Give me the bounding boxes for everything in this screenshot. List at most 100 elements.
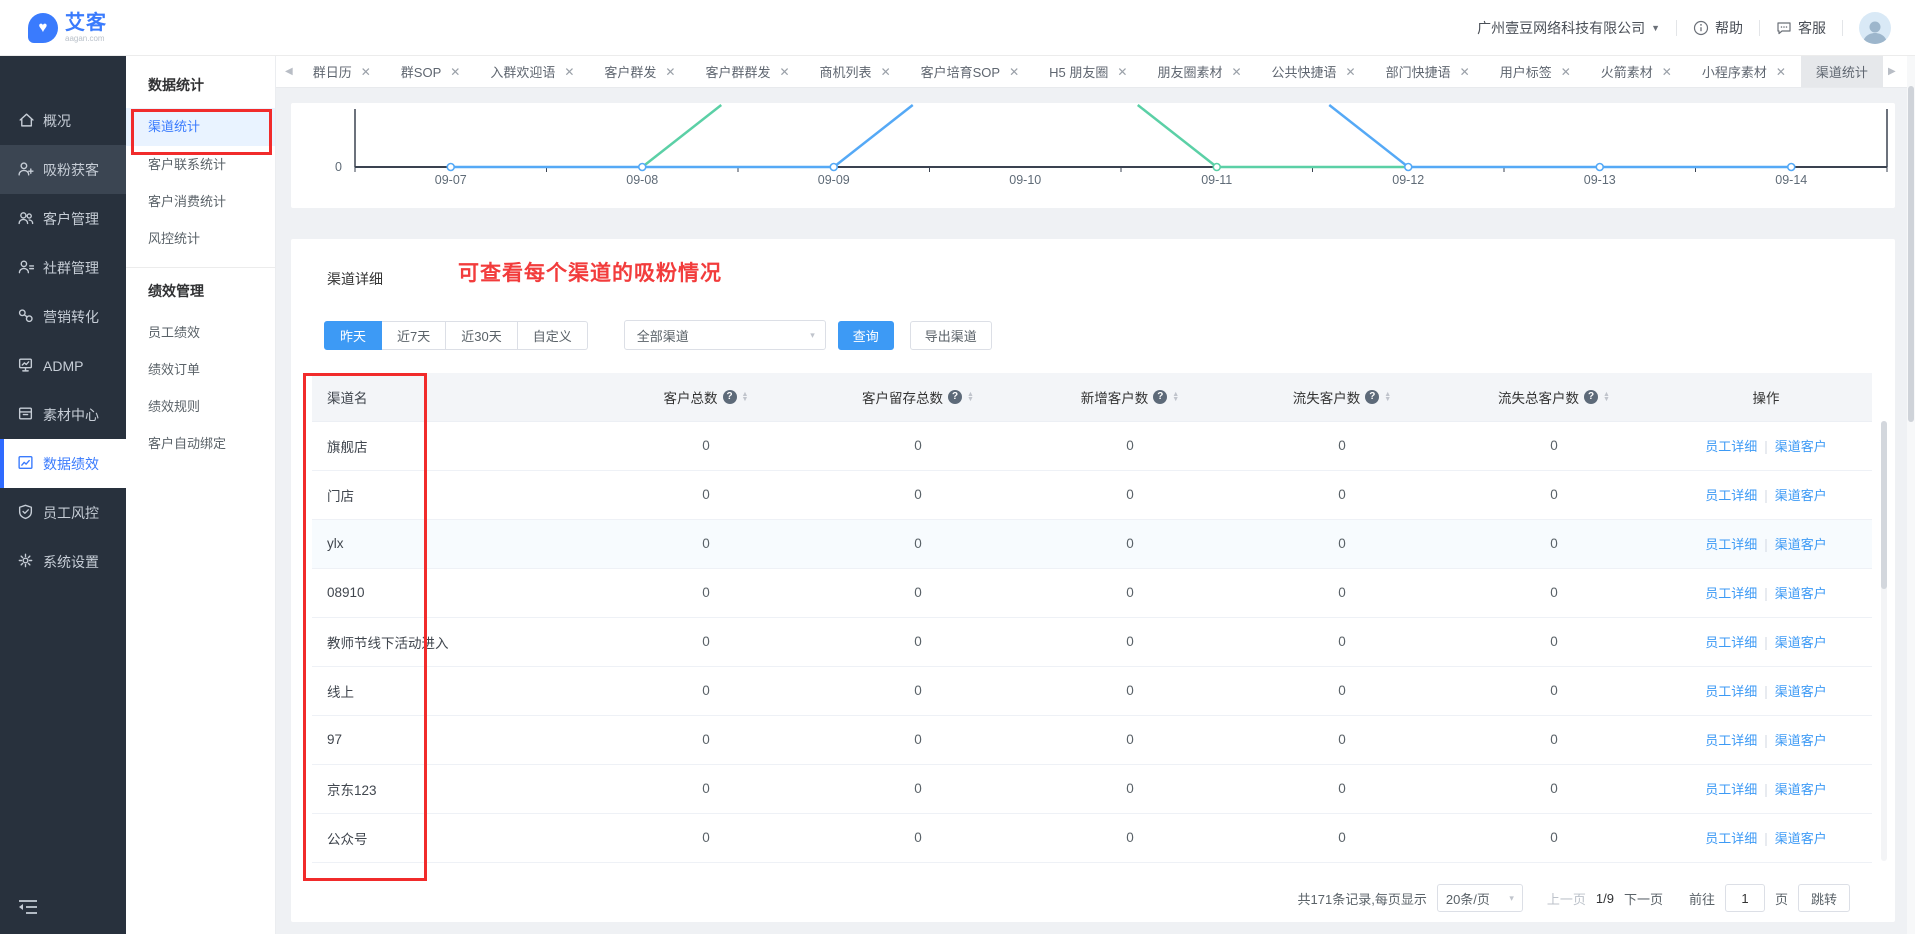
range-button-近7天[interactable]: 近7天 xyxy=(382,321,446,350)
help-icon[interactable]: ? xyxy=(1584,390,1598,404)
action-link-员工详细[interactable]: 员工详细 xyxy=(1705,733,1757,748)
tab-商机列表[interactable]: 商机列表✕ xyxy=(805,56,906,88)
range-button-昨天[interactable]: 昨天 xyxy=(324,321,382,350)
sidebar-item-ADMP[interactable]: ADMP xyxy=(0,341,126,390)
app-logo[interactable]: ♥ 艾客 aagan.com xyxy=(28,13,107,43)
action-link-渠道客户[interactable]: 渠道客户 xyxy=(1775,831,1827,846)
window-scrollbar-thumb[interactable] xyxy=(1908,86,1914,422)
tab-入群欢迎语[interactable]: 入群欢迎语✕ xyxy=(475,56,589,88)
help-icon[interactable]: ? xyxy=(1153,390,1167,404)
sidebar-item-素材中心[interactable]: 素材中心 xyxy=(0,390,126,439)
action-link-渠道客户[interactable]: 渠道客户 xyxy=(1775,684,1827,699)
tab-群SOP[interactable]: 群SOP✕ xyxy=(386,56,476,88)
sidebar-item-社群管理[interactable]: 社群管理 xyxy=(0,243,126,292)
sidebar-item-营销转化[interactable]: 营销转化 xyxy=(0,292,126,341)
help-icon[interactable]: ? xyxy=(723,390,737,404)
close-icon[interactable]: ✕ xyxy=(1561,65,1571,79)
sidebar-item-系统设置[interactable]: 系统设置 xyxy=(0,537,126,586)
close-icon[interactable]: ✕ xyxy=(564,65,574,79)
value-cell: 0 xyxy=(1448,470,1660,519)
tab-用户标签[interactable]: 用户标签✕ xyxy=(1485,56,1586,88)
sort-icon[interactable]: ▲▼ xyxy=(967,392,974,402)
close-icon[interactable]: ✕ xyxy=(1009,65,1019,79)
actions-cell: 员工详细|渠道客户 xyxy=(1660,519,1872,568)
close-icon[interactable]: ✕ xyxy=(361,65,371,79)
close-icon[interactable]: ✕ xyxy=(665,65,675,79)
sort-icon[interactable]: ▲▼ xyxy=(742,392,749,402)
action-link-渠道客户[interactable]: 渠道客户 xyxy=(1775,537,1827,552)
help-icon[interactable]: ? xyxy=(948,390,962,404)
help-button[interactable]: 帮助 xyxy=(1693,18,1743,38)
action-link-员工详细[interactable]: 员工详细 xyxy=(1705,684,1757,699)
page-size-select[interactable]: 20条/页 ▾ xyxy=(1437,884,1523,912)
range-button-自定义[interactable]: 自定义 xyxy=(518,321,588,350)
sidebar-item-员工风控[interactable]: 员工风控 xyxy=(0,488,126,537)
query-button[interactable]: 查询 xyxy=(838,321,894,350)
table-scrollbar-thumb[interactable] xyxy=(1881,421,1887,589)
jump-button[interactable]: 跳转 xyxy=(1798,884,1850,912)
tab-朋友圈素材[interactable]: 朋友圈素材✕ xyxy=(1142,56,1256,88)
tab-渠道统计[interactable]: 渠道统计 xyxy=(1801,56,1883,88)
submenu-item-绩效规则[interactable]: 绩效规则 xyxy=(126,388,275,425)
tab-部门快捷语[interactable]: 部门快捷语✕ xyxy=(1371,56,1485,88)
close-icon[interactable]: ✕ xyxy=(1662,65,1672,79)
sort-icon[interactable]: ▲▼ xyxy=(1384,392,1391,402)
sidebar-item-数据绩效[interactable]: 数据绩效 xyxy=(0,439,126,488)
sidebar-item-吸粉获客[interactable]: 吸粉获客 xyxy=(0,145,126,194)
tab-小程序素材[interactable]: 小程序素材✕ xyxy=(1687,56,1801,88)
submenu-item-绩效订单[interactable]: 绩效订单 xyxy=(126,351,275,388)
action-link-员工详细[interactable]: 员工详细 xyxy=(1705,782,1757,797)
close-icon[interactable]: ✕ xyxy=(450,65,460,79)
close-icon[interactable]: ✕ xyxy=(1346,65,1356,79)
sidebar-item-概况[interactable]: 概况 xyxy=(0,96,126,145)
company-selector[interactable]: 广州壹豆网络科技有限公司 ▼ xyxy=(1477,18,1660,38)
channel-select[interactable]: 全部渠道 ▾ xyxy=(624,320,826,350)
customer-service-button[interactable]: 客服 xyxy=(1776,18,1826,38)
close-icon[interactable]: ✕ xyxy=(1460,65,1470,79)
action-link-渠道客户[interactable]: 渠道客户 xyxy=(1775,733,1827,748)
action-link-渠道客户[interactable]: 渠道客户 xyxy=(1775,488,1827,503)
action-link-员工详细[interactable]: 员工详细 xyxy=(1705,537,1757,552)
submenu-item-员工绩效[interactable]: 员工绩效 xyxy=(126,314,275,351)
action-link-员工详细[interactable]: 员工详细 xyxy=(1705,488,1757,503)
sort-icon[interactable]: ▲▼ xyxy=(1172,392,1179,402)
action-link-员工详细[interactable]: 员工详细 xyxy=(1705,635,1757,650)
tab-客户群发[interactable]: 客户群发✕ xyxy=(589,56,690,88)
channel-name-cell: 97 xyxy=(312,715,600,764)
sidebar-item-客户管理[interactable]: 客户管理 xyxy=(0,194,126,243)
submenu-item-客户消费统计[interactable]: 客户消费统计 xyxy=(126,183,275,220)
close-icon[interactable]: ✕ xyxy=(1231,65,1241,79)
export-channel-button[interactable]: 导出渠道 xyxy=(910,321,992,350)
action-link-渠道客户[interactable]: 渠道客户 xyxy=(1775,782,1827,797)
sort-icon[interactable]: ▲▼ xyxy=(1603,392,1610,402)
submenu-item-客户联系统计[interactable]: 客户联系统计 xyxy=(126,146,275,183)
action-link-员工详细[interactable]: 员工详细 xyxy=(1705,586,1757,601)
tab-火箭素材[interactable]: 火箭素材✕ xyxy=(1586,56,1687,88)
close-icon[interactable]: ✕ xyxy=(1776,65,1786,79)
action-link-员工详细[interactable]: 员工详细 xyxy=(1705,439,1757,454)
help-icon[interactable]: ? xyxy=(1365,390,1379,404)
user-avatar[interactable] xyxy=(1859,12,1891,44)
tab-客户培育SOP[interactable]: 客户培育SOP✕ xyxy=(906,56,1035,88)
submenu-item-客户自动绑定[interactable]: 客户自动绑定 xyxy=(126,425,275,462)
close-icon[interactable]: ✕ xyxy=(779,65,789,79)
close-icon[interactable]: ✕ xyxy=(1117,65,1127,79)
tabs-scroll-left-icon[interactable]: ◀ xyxy=(280,66,298,77)
prev-page-button[interactable]: 上一页 xyxy=(1547,889,1586,908)
action-link-渠道客户[interactable]: 渠道客户 xyxy=(1775,635,1827,650)
tab-客户群群发[interactable]: 客户群群发✕ xyxy=(690,56,804,88)
action-link-员工详细[interactable]: 员工详细 xyxy=(1705,831,1757,846)
action-link-渠道客户[interactable]: 渠道客户 xyxy=(1775,586,1827,601)
submenu-item-渠道统计[interactable]: 渠道统计 xyxy=(126,108,275,146)
action-link-渠道客户[interactable]: 渠道客户 xyxy=(1775,439,1827,454)
tab-公共快捷语[interactable]: 公共快捷语✕ xyxy=(1257,56,1371,88)
tab-群日历[interactable]: 群日历✕ xyxy=(298,56,386,88)
submenu-item-风控统计[interactable]: 风控统计 xyxy=(126,220,275,257)
sidebar-collapse-icon[interactable] xyxy=(18,899,38,920)
tab-H5 朋友圈[interactable]: H5 朋友圈✕ xyxy=(1034,56,1142,88)
range-button-近30天[interactable]: 近30天 xyxy=(446,321,517,350)
next-page-button[interactable]: 下一页 xyxy=(1624,889,1663,908)
close-icon[interactable]: ✕ xyxy=(881,65,891,79)
goto-page-input[interactable] xyxy=(1725,884,1765,912)
tabs-scroll-right-icon[interactable]: ▶ xyxy=(1883,66,1901,77)
